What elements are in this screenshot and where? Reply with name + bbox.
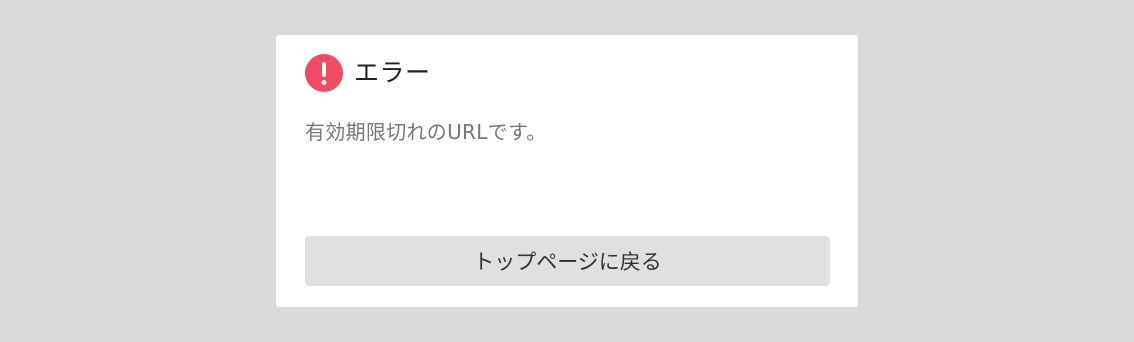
exclamation-circle-icon <box>305 54 343 92</box>
error-message: 有効期限切れのURLです。 <box>305 120 547 144</box>
error-dialog: エラー 有効期限切れのURLです。 トップページに戻る <box>276 35 858 307</box>
back-to-top-button[interactable]: トップページに戻る <box>305 236 830 286</box>
dialog-title: エラー <box>354 58 431 87</box>
dialog-header: エラー <box>305 54 431 92</box>
